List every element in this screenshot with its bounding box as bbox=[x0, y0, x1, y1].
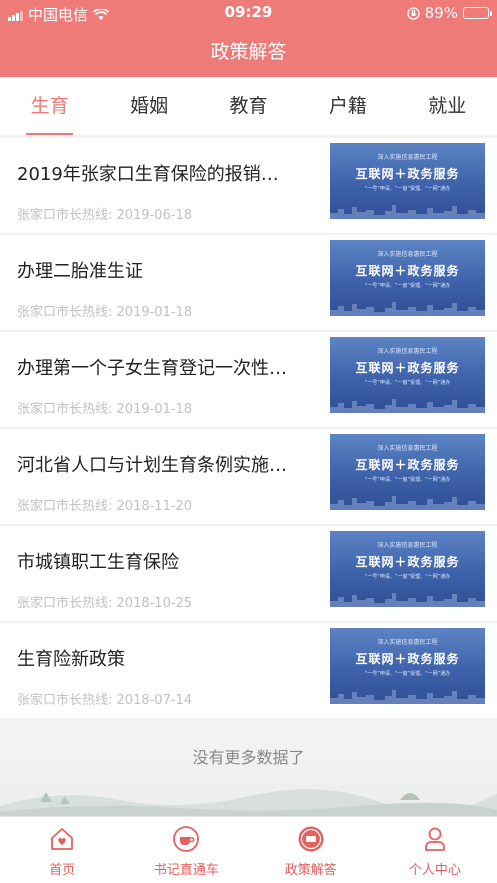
article-separator: : bbox=[108, 596, 117, 611]
tabbar-home-label: 首页 bbox=[49, 863, 76, 878]
coffee-cup-icon bbox=[173, 826, 200, 852]
article-title: 生育险新政策 bbox=[17, 649, 125, 670]
city-skyline-graphic bbox=[330, 399, 485, 413]
article-thumbnail: 深入实施信息惠民工程 互联网＋政务服务 “一号”申请、“一窗”受理、“一网”通办 bbox=[330, 143, 485, 219]
tabbar-home[interactable]: 首页 bbox=[0, 817, 124, 883]
article-separator: : bbox=[108, 499, 117, 514]
article-thumbnail: 深入实施信息惠民工程 互联网＋政务服务 “一号”申请、“一窗”受理、“一网”通办 bbox=[330, 434, 485, 510]
article-source: 张家口市长热线 bbox=[17, 596, 109, 611]
article-separator: : bbox=[108, 208, 117, 223]
battery-icon bbox=[463, 7, 492, 19]
city-skyline-graphic bbox=[330, 690, 485, 704]
thumbnail-subline: “一号”申请、“一窗”受理、“一网”通办 bbox=[364, 283, 451, 289]
page-title: 政策解答 bbox=[210, 41, 287, 63]
thumbnail-headline: 互联网＋政务服务 bbox=[355, 555, 460, 569]
article-thumbnail: 深入实施信息惠民工程 互联网＋政务服务 “一号”申请、“一窗”受理、“一网”通办 bbox=[330, 628, 485, 704]
article-source: 张家口市长热线 bbox=[17, 208, 109, 223]
article-meta: 张家口市长热线: 2018-07-14 bbox=[17, 689, 192, 708]
article-thumbnail: 深入实施信息惠民工程 互联网＋政务服务 “一号”申请、“一窗”受理、“一网”通办 bbox=[330, 337, 485, 413]
tabbar-secretary-express-label: 书记直通车 bbox=[153, 863, 219, 878]
city-skyline-graphic bbox=[330, 205, 485, 219]
tab-education[interactable]: 教育 bbox=[199, 77, 298, 135]
article-date: 2018-10-25 bbox=[116, 596, 193, 611]
article-separator: : bbox=[108, 402, 117, 417]
article-title: 办理第一个子女生育登记一次性… bbox=[17, 358, 287, 379]
status-right: 89% bbox=[407, 4, 492, 22]
article-date: 2019-06-18 bbox=[116, 208, 193, 223]
article-title: 2019年张家口生育保险的报销… bbox=[17, 164, 279, 185]
no-more-data-text: 没有更多数据了 bbox=[192, 748, 305, 767]
article-separator: : bbox=[108, 305, 117, 320]
status-bar: 中国电信 09:29 89% bbox=[0, 0, 497, 26]
thumbnail-small-text: 深入实施信息惠民工程 bbox=[377, 251, 438, 258]
article-list: 2019年张家口生育保险的报销… 张家口市长热线: 2019-06-18 深入实… bbox=[0, 138, 497, 720]
article-thumbnail: 深入实施信息惠民工程 互联网＋政务服务 “一号”申请、“一窗”受理、“一网”通办 bbox=[330, 531, 485, 607]
landscape-illustration bbox=[0, 789, 497, 816]
article-title: 河北省人口与计划生育条例实施… bbox=[17, 455, 287, 476]
thumbnail-small-text: 深入实施信息惠民工程 bbox=[377, 348, 438, 355]
tab-household-registration[interactable]: 户籍 bbox=[298, 77, 397, 135]
article-date: 2019-01-18 bbox=[116, 305, 193, 320]
article-source: 张家口市长热线 bbox=[17, 305, 109, 320]
city-skyline-graphic bbox=[330, 302, 485, 316]
thumbnail-small-text: 深入实施信息惠民工程 bbox=[377, 639, 438, 646]
article-title: 办理二胎准生证 bbox=[17, 261, 143, 282]
article-item[interactable]: 办理第一个子女生育登记一次性… 张家口市长热线: 2019-01-18 深入实施… bbox=[0, 332, 497, 429]
tabbar-secretary-express[interactable]: 书记直通车 bbox=[124, 817, 248, 883]
thumbnail-headline: 互联网＋政务服务 bbox=[355, 458, 460, 472]
tabbar-profile[interactable]: 个人中心 bbox=[373, 817, 497, 883]
person-icon bbox=[424, 827, 445, 851]
article-item[interactable]: 生育险新政策 张家口市长热线: 2018-07-14 深入实施信息惠民工程 互联… bbox=[0, 623, 497, 720]
article-date: 2019-01-18 bbox=[116, 402, 193, 417]
thumbnail-small-text: 深入实施信息惠民工程 bbox=[377, 542, 438, 549]
article-meta: 张家口市长热线: 2019-01-18 bbox=[17, 301, 192, 320]
tab-birth[interactable]: 生育 bbox=[0, 77, 99, 135]
list-footer: 没有更多数据了 bbox=[0, 720, 497, 816]
tab-marriage[interactable]: 婚姻 bbox=[100, 77, 199, 135]
tabbar-policy-answers[interactable]: 政策解答 bbox=[249, 817, 373, 883]
city-skyline-graphic bbox=[330, 496, 485, 510]
home-heart-icon bbox=[51, 828, 74, 850]
article-thumbnail: 深入实施信息惠民工程 互联网＋政务服务 “一号”申请、“一窗”受理、“一网”通办 bbox=[330, 240, 485, 316]
app-header: 中国电信 09:29 89% 政策解答 bbox=[0, 0, 497, 77]
thumbnail-subline: “一号”申请、“一窗”受理、“一网”通办 bbox=[364, 671, 451, 677]
article-item[interactable]: 2019年张家口生育保险的报销… 张家口市长热线: 2019-06-18 深入实… bbox=[0, 138, 497, 235]
article-date: 2018-11-20 bbox=[116, 499, 193, 514]
tabbar-profile-label: 个人中心 bbox=[408, 863, 461, 878]
article-item[interactable]: 市城镇职工生育保险 张家口市长热线: 2018-10-25 深入实施信息惠民工程… bbox=[0, 526, 497, 623]
battery-percent: 89% bbox=[424, 4, 458, 22]
thumbnail-subline: “一号”申请、“一窗”受理、“一网”通办 bbox=[364, 477, 451, 483]
article-meta: 张家口市长热线: 2018-10-25 bbox=[17, 592, 192, 611]
thumbnail-headline: 互联网＋政务服务 bbox=[355, 361, 460, 375]
thumbnail-subline: “一号”申请、“一窗”受理、“一网”通办 bbox=[364, 186, 451, 192]
article-meta: 张家口市长热线: 2018-11-20 bbox=[17, 495, 192, 514]
thumbnail-headline: 互联网＋政务服务 bbox=[355, 264, 460, 278]
article-meta: 张家口市长热线: 2019-06-18 bbox=[17, 204, 192, 223]
thumbnail-small-text: 深入实施信息惠民工程 bbox=[377, 445, 438, 452]
article-title: 市城镇职工生育保险 bbox=[17, 552, 179, 573]
article-date: 2018-07-14 bbox=[116, 693, 193, 708]
tab-employment[interactable]: 就业 bbox=[398, 77, 497, 135]
article-item[interactable]: 办理二胎准生证 张家口市长热线: 2019-01-18 深入实施信息惠民工程 互… bbox=[0, 235, 497, 332]
thumbnail-subline: “一号”申请、“一窗”受理、“一网”通办 bbox=[364, 574, 451, 580]
article-source: 张家口市长热线 bbox=[17, 693, 109, 708]
bottom-tab-bar: 首页 书记直通车 政策解答 个人中心 bbox=[0, 816, 497, 883]
orientation-lock-icon bbox=[407, 6, 420, 20]
thumbnail-small-text: 深入实施信息惠民工程 bbox=[377, 154, 438, 161]
thumbnail-headline: 互联网＋政务服务 bbox=[355, 652, 460, 666]
policy-badge-icon bbox=[298, 826, 324, 852]
tabbar-policy-answers-label: 政策解答 bbox=[284, 863, 337, 878]
article-separator: : bbox=[108, 693, 117, 708]
thumbnail-subline: “一号”申请、“一窗”受理、“一网”通办 bbox=[364, 380, 451, 386]
article-item[interactable]: 河北省人口与计划生育条例实施… 张家口市长热线: 2018-11-20 深入实施… bbox=[0, 429, 497, 526]
city-skyline-graphic bbox=[330, 593, 485, 607]
article-source: 张家口市长热线 bbox=[17, 402, 109, 417]
category-tabs: 生育 婚姻 教育 户籍 就业 bbox=[0, 77, 497, 135]
thumbnail-headline: 互联网＋政务服务 bbox=[355, 167, 460, 181]
article-meta: 张家口市长热线: 2019-01-18 bbox=[17, 398, 192, 417]
article-source: 张家口市长热线 bbox=[17, 499, 109, 514]
